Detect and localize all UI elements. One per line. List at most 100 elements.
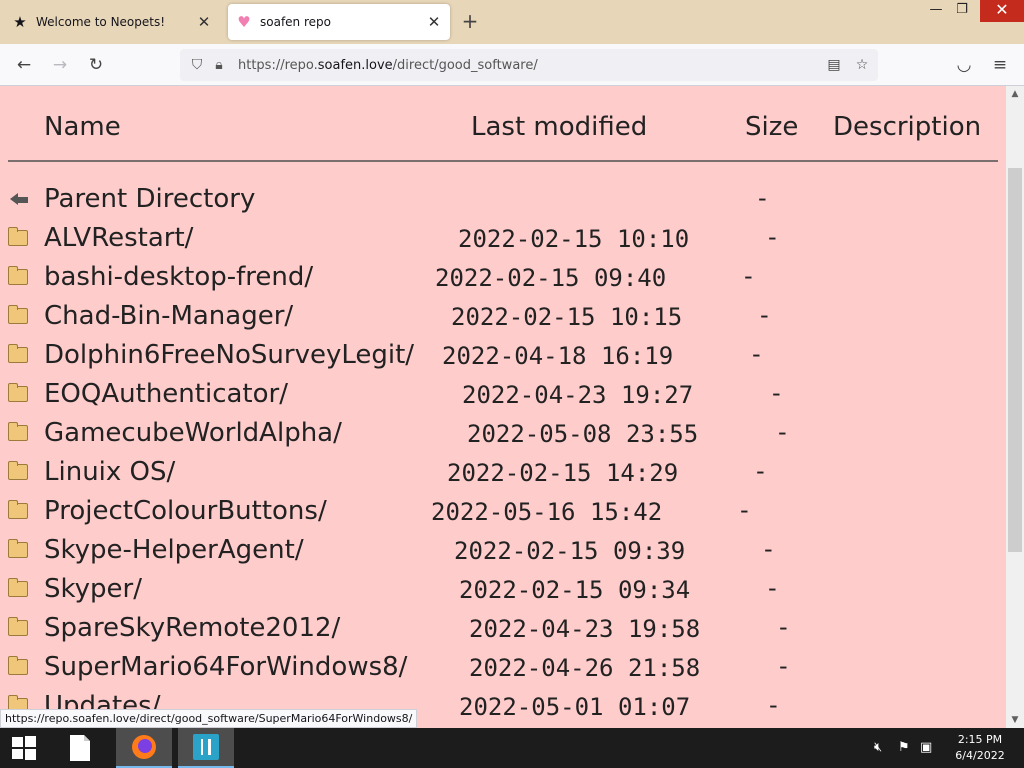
entry-name-link[interactable]: Chad-Bin-Manager/ [44,301,293,331]
entry-name-link[interactable]: GamecubeWorldAlpha/ [44,418,342,448]
folder-icon [8,461,28,480]
entry-size: - [760,301,769,329]
entry-name-link[interactable]: Skyper/ [44,574,142,604]
column-header-last-modified[interactable]: Last modified [471,112,647,142]
entry-last-modified: 2022-02-15 09:34 [459,576,691,604]
lock-icon[interactable]: 🔒︎ [208,57,230,73]
taskbar: 🔇︎ ⚑ ▣ 2:15 PM 6/4/2022 [0,728,1024,768]
entry-size: - [740,496,749,524]
entry-name-link[interactable]: EOQAuthenticator/ [44,379,288,409]
scrollbar-thumb[interactable] [1008,168,1022,552]
entry-size: - [772,379,781,407]
entry-size: - [756,457,765,485]
menu-icon[interactable]: ≡ [988,53,1012,77]
entry-last-modified: 2022-02-15 10:15 [451,303,683,331]
new-tab-button[interactable]: + [458,10,482,34]
entry-last-modified: 2022-05-16 15:42 [431,498,663,526]
tracking-protection-icon[interactable]: ⛉ [186,57,208,73]
entry-name-link[interactable]: SpareSkyRemote2012/ [44,613,340,643]
entry-last-modified: 2022-02-15 09:39 [454,537,686,565]
close-tab-icon[interactable]: ✕ [192,13,216,31]
flag-icon[interactable]: ⚑ [898,740,910,755]
close-window-button[interactable]: ✕ [980,0,1024,22]
entry-last-modified: 2022-04-23 19:27 [462,381,694,409]
back-arrow-icon [8,191,28,207]
pocket-icon[interactable]: ◡ [952,53,976,77]
entry-name-link[interactable]: ALVRestart/ [44,223,193,253]
close-tab-icon[interactable]: ✕ [422,13,446,31]
network-icon[interactable]: ▣ [920,740,932,755]
windows-logo-icon [12,736,36,760]
address-bar[interactable]: ⛉ 🔒︎ https://repo.soafen.love/direct/goo… [180,49,878,81]
star-icon: ★ [13,13,27,31]
entry-name-link[interactable]: ProjectColourButtons/ [44,496,327,526]
entry-last-modified: 2022-02-15 14:29 [447,459,679,487]
clock-date: 6/4/2022 [955,749,1005,762]
folder-icon [8,422,28,441]
table-row[interactable]: ProjectColourButtons/2022-05-16 15:42 - [0,490,1006,529]
reader-view-icon[interactable]: ▤ [822,49,846,81]
table-row[interactable]: bashi-desktop-frend/2022-02-15 09:40 - [0,256,1006,295]
app-icon[interactable] [178,728,234,768]
entry-name-link[interactable]: bashi-desktop-frend/ [44,262,313,292]
table-row[interactable]: Chad-Bin-Manager/2022-02-15 10:15 - [0,295,1006,334]
table-row[interactable]: GamecubeWorldAlpha/2022-05-08 23:55 - [0,412,1006,451]
entry-last-modified: 2022-04-26 21:58 [469,654,701,682]
parent-directory-row[interactable]: Parent Directory - [0,178,1006,217]
entry-size: - [769,691,778,719]
entry-size: - [779,652,788,680]
folder-icon [8,617,28,636]
heart-icon: ♥ [237,13,251,31]
navigation-toolbar: ← → ↻ ⛉ 🔒︎ https://repo.soafen.love/dire… [0,44,1024,86]
table-row[interactable]: Skype-HelperAgent/2022-02-15 09:39 - [0,529,1006,568]
firefox-icon[interactable] [116,728,172,768]
table-row[interactable]: SuperMario64ForWindows8/2022-04-26 21:58… [0,646,1006,685]
folder-icon [8,578,28,597]
table-row[interactable]: EOQAuthenticator/2022-04-23 19:27 - [0,373,1006,412]
table-row[interactable]: Dolphin6FreeNoSurveyLegit/2022-04-18 16:… [0,334,1006,373]
table-row[interactable]: SpareSkyRemote2012/2022-04-23 19:58 - [0,607,1006,646]
folder-icon [8,344,28,363]
clock-time: 2:15 PM [957,733,1003,746]
url-text[interactable]: https://repo.soafen.love/direct/good_sof… [238,58,538,73]
entry-size: - [768,574,777,602]
entry-last-modified: 2022-04-18 16:19 [442,342,674,370]
page-content: Name Last modified Size Description Pare… [0,86,1006,728]
back-button[interactable]: ← [12,53,36,77]
table-row[interactable]: Linuix OS/2022-02-15 14:29 - [0,451,1006,490]
column-header-name[interactable]: Name [44,112,121,142]
tab-title: soafen repo [260,15,331,29]
entry-name-link[interactable]: Skype-HelperAgent/ [44,535,304,565]
folder-icon [8,539,28,558]
entry-last-modified: 2022-05-01 01:07 [459,693,691,721]
scroll-down-arrow[interactable]: ▼ [1006,712,1024,728]
tab-soafen-repo[interactable]: ♥ soafen repo ✕ [228,4,450,40]
entry-size: - [779,613,788,641]
folder-icon [8,305,28,324]
maximize-button[interactable]: ❐ [946,0,978,22]
entry-size: - [752,340,761,368]
reload-button[interactable]: ↻ [84,53,108,77]
bookmark-star-icon[interactable]: ☆ [850,49,874,81]
column-header-size[interactable]: Size [745,112,798,142]
folder-icon [8,227,28,246]
entry-last-modified: 2022-04-23 19:58 [469,615,701,643]
link-status-tooltip: https://repo.soafen.love/direct/good_sof… [0,709,418,728]
entry-name-link[interactable]: SuperMario64ForWindows8/ [44,652,407,682]
tab-neopets[interactable]: ★ Welcome to Neopets! ✕ [4,4,220,40]
clock[interactable]: 2:15 PM 6/4/2022 [940,732,1020,764]
column-header-description[interactable]: Description [833,112,981,142]
entry-size: - [744,262,753,290]
entry-last-modified: 2022-02-15 09:40 [435,264,667,292]
scroll-up-arrow[interactable]: ▲ [1006,86,1024,102]
entry-name-link[interactable]: Linuix OS/ [44,457,175,487]
entry-name-link[interactable]: Dolphin6FreeNoSurveyLegit/ [44,340,414,370]
start-button[interactable] [0,728,48,768]
file-icon[interactable] [56,728,104,768]
table-row[interactable]: Skyper/2022-02-15 09:34 - [0,568,1006,607]
entry-name-link[interactable]: Parent Directory [44,184,255,214]
table-row[interactable]: ALVRestart/2022-02-15 10:10 - [0,217,1006,256]
forward-button[interactable]: → [48,53,72,77]
tab-title: Welcome to Neopets! [36,15,166,29]
speaker-muted-icon[interactable]: 🔇︎ [874,740,882,755]
